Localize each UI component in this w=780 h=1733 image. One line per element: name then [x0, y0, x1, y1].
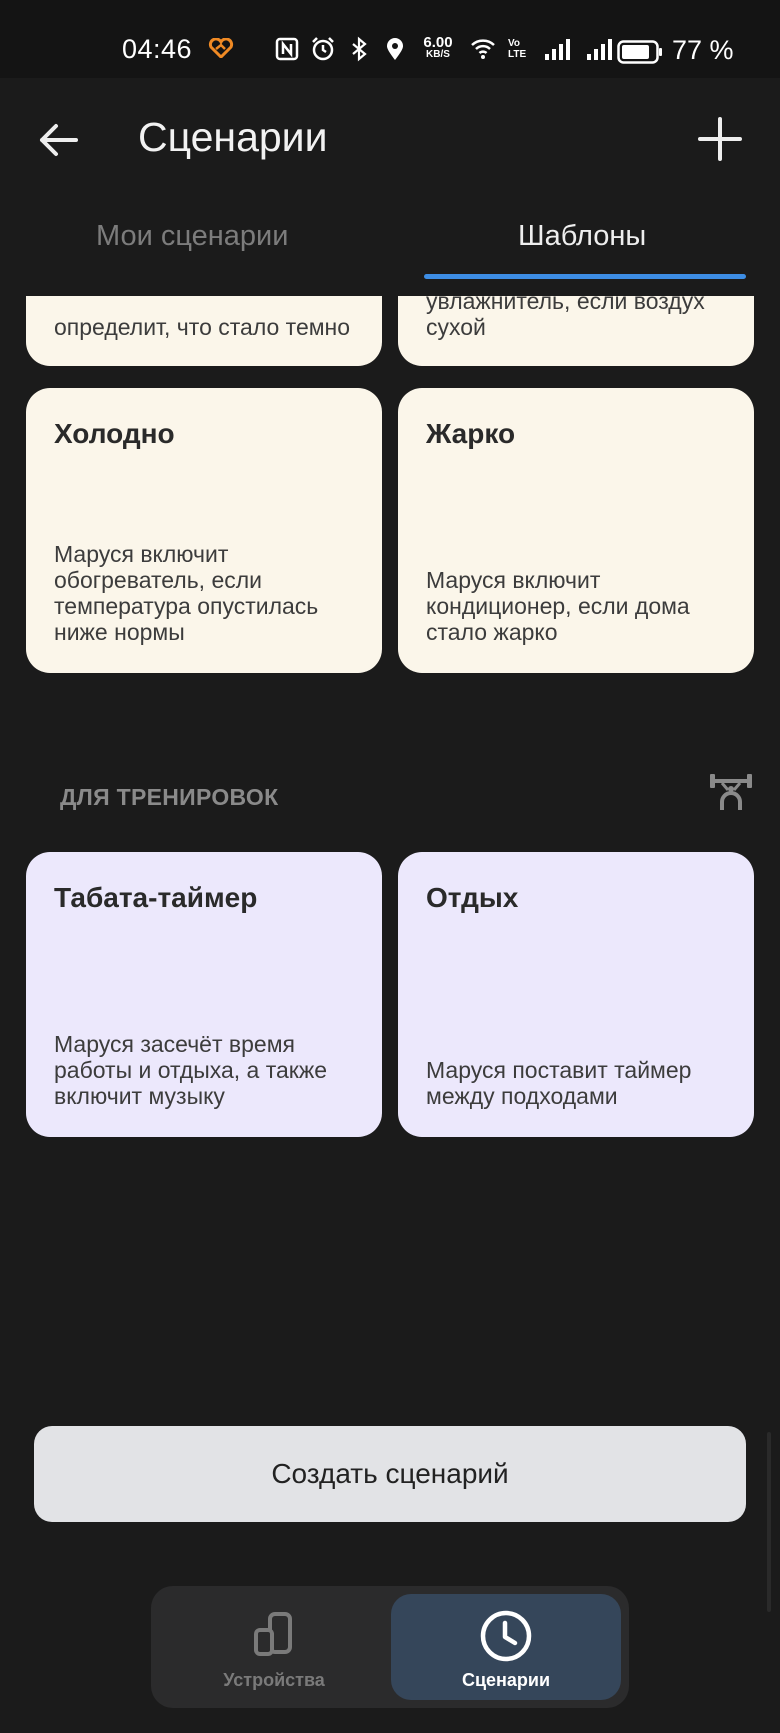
speed-value: 6.00	[423, 34, 453, 51]
card-description: Маруся включит кондиционер, если дома ст…	[426, 567, 690, 645]
card-title: Табата-таймер	[54, 882, 258, 913]
card-title: Жарко	[426, 418, 516, 449]
tab-my-scenarios[interactable]: Мои сценарии	[96, 220, 288, 253]
bottom-navigation: Устройства Сценарии	[151, 1586, 629, 1708]
nav-item-scenarios[interactable]: Сценарии	[391, 1594, 621, 1700]
template-card-tabata[interactable]: Табата-таймер Маруся засечёт время работ…	[26, 852, 382, 1137]
card-description: увлажнитель, если воздух сухой	[426, 296, 705, 340]
battery-percent: 77 %	[672, 35, 734, 65]
battery-icon	[617, 40, 662, 64]
location-icon	[387, 38, 403, 60]
card-description: Маруся поставит таймер между подходами	[426, 1057, 692, 1109]
clock-icon	[480, 1610, 532, 1662]
signal-icon-1	[545, 39, 570, 60]
nav-item-devices[interactable]: Устройства	[159, 1594, 389, 1700]
template-card-humidity[interactable]: увлажнитель, если воздух сухой	[398, 296, 754, 366]
tabs: Мои сценарии Шаблоны	[0, 220, 780, 280]
app-header: Сценарии	[0, 78, 780, 198]
card-description: Маруся засечёт время работы и отдыха, а …	[54, 1031, 328, 1109]
nav-label: Сценарии	[461, 1670, 551, 1690]
status-bar: 04:46 6.00 KB/S Vo LTE 77 %	[0, 0, 780, 78]
templates-list[interactable]: определит, что стало темно увлажнитель, …	[0, 296, 780, 1396]
card-title: Отдых	[426, 882, 519, 913]
barbell-icon	[710, 774, 752, 810]
card-description: Маруся включит обогреватель, если темпер…	[54, 541, 319, 645]
active-tab-indicator	[424, 274, 746, 279]
heart-icon	[208, 38, 234, 58]
scrollbar[interactable]	[767, 1432, 771, 1612]
add-icon[interactable]	[697, 116, 743, 162]
tab-templates[interactable]: Шаблоны	[518, 220, 646, 253]
nav-label: Устройства	[223, 1670, 325, 1690]
devices-icon	[254, 1612, 292, 1656]
nfc-icon	[275, 37, 299, 61]
page-title: Сценарии	[138, 114, 328, 160]
bluetooth-icon	[352, 36, 367, 62]
volte-label: Vo LTE	[508, 38, 527, 60]
section-title-training: ДЛЯ ТРЕНИРОВОК	[60, 784, 279, 810]
create-scenario-button[interactable]: Создать сценарий	[34, 1426, 746, 1522]
template-card-cold[interactable]: Холодно Маруся включит обогреватель, есл…	[26, 388, 382, 673]
alarm-icon	[312, 37, 334, 61]
wifi-icon	[471, 39, 495, 59]
status-icons: 6.00 KB/S Vo LTE	[274, 34, 616, 64]
template-card-dark[interactable]: определит, что стало темно	[26, 296, 382, 366]
signal-icon-2	[587, 39, 612, 60]
card-description: определит, что стало темно	[54, 314, 351, 340]
back-arrow-icon[interactable]	[36, 118, 80, 162]
card-title: Холодно	[54, 418, 175, 449]
template-card-hot[interactable]: Жарко Маруся включит кондиционер, если д…	[398, 388, 754, 673]
network-speed: 6.00 KB/S	[418, 34, 458, 61]
status-time: 04:46	[122, 34, 193, 64]
template-card-rest[interactable]: Отдых Маруся поставит таймер между подхо…	[398, 852, 754, 1137]
